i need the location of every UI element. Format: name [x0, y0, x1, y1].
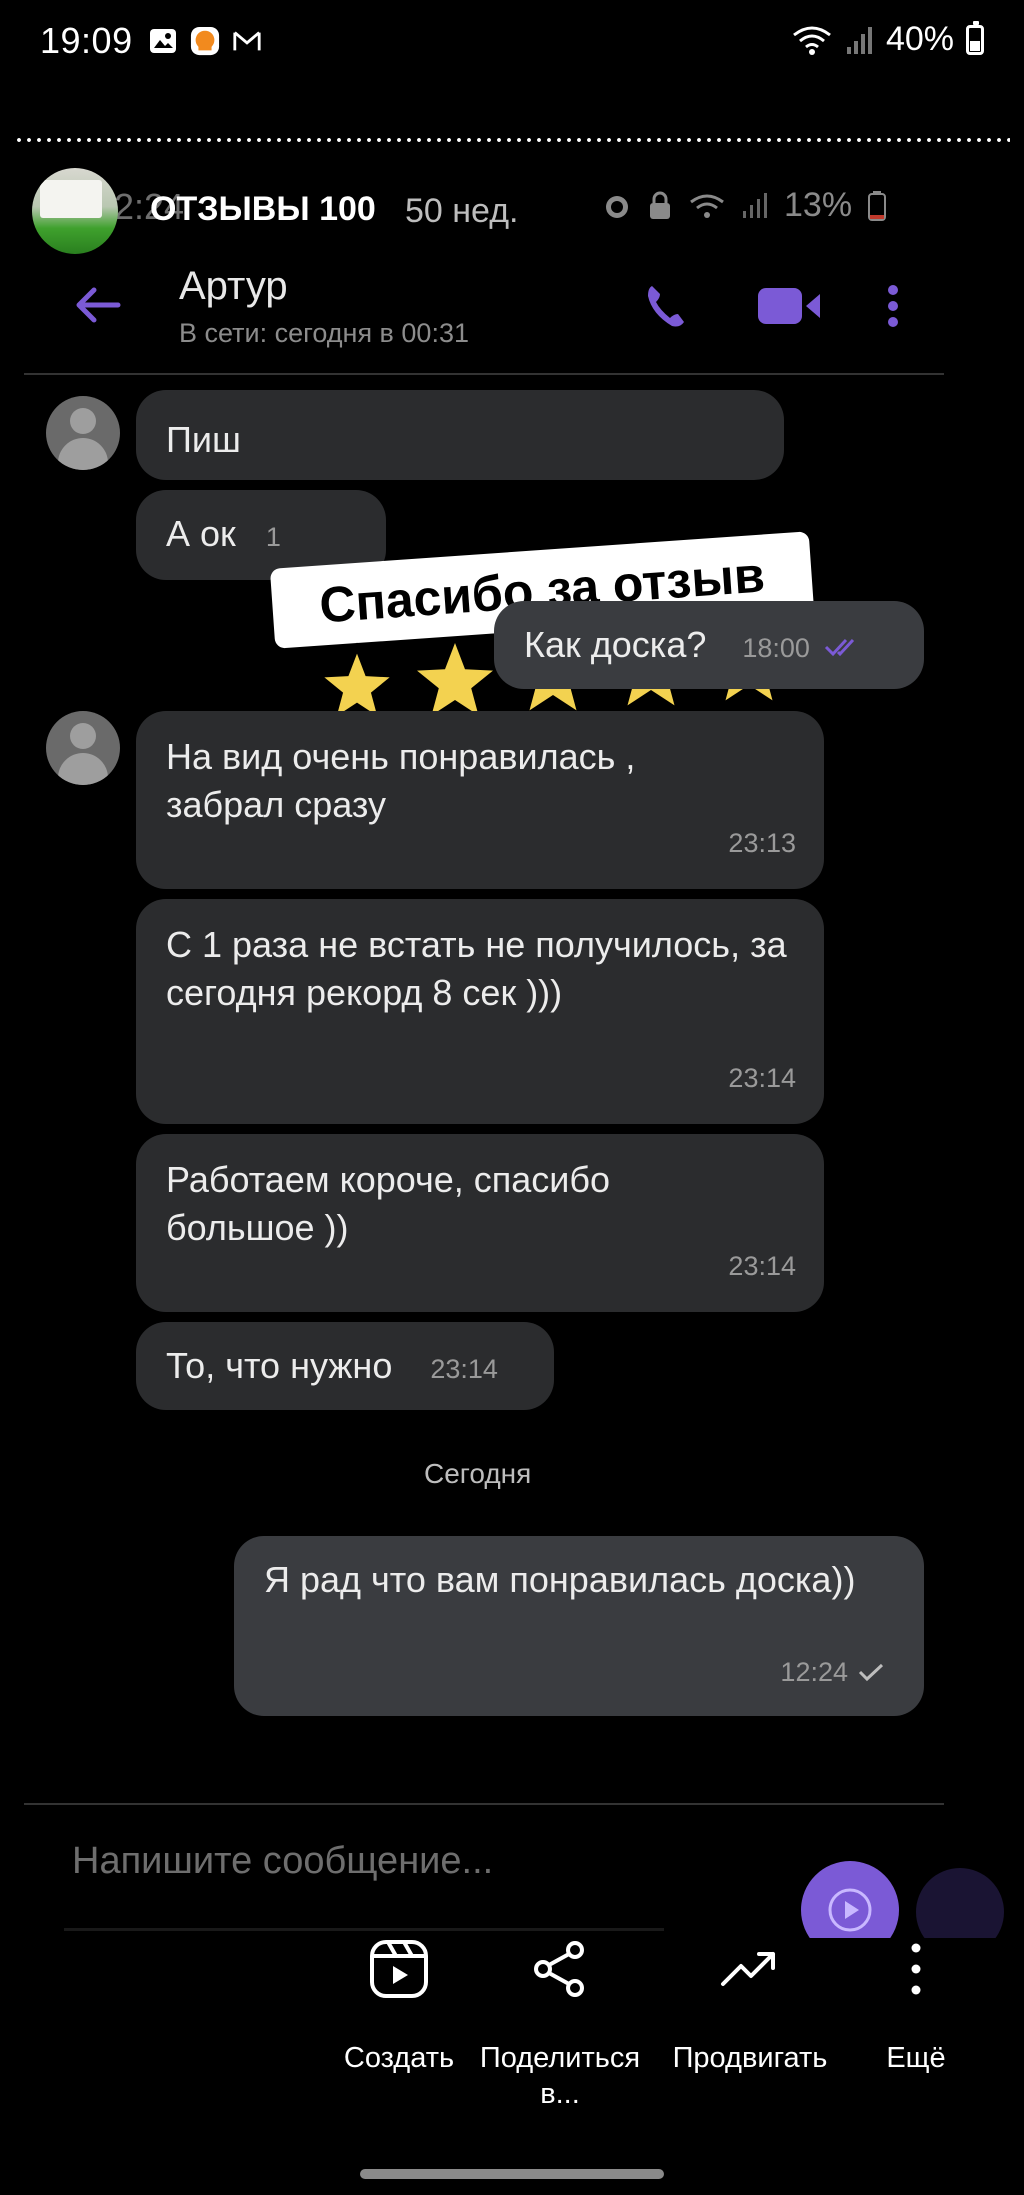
- story-progress-bar: [14, 138, 1010, 142]
- status-notification-icons: [148, 26, 262, 56]
- status-right: 40%: [790, 20, 984, 59]
- voice-send-button[interactable]: [801, 1861, 899, 1938]
- message-bubble-7: То, что нужно 23:14: [136, 1322, 554, 1410]
- inner-wifi-icon: [690, 194, 724, 218]
- message-bubble-1: Пиш: [136, 390, 784, 480]
- battery-percent: 40%: [885, 20, 954, 58]
- message-text: Я рад что вам понравилась доска)): [264, 1559, 856, 1600]
- message-text: На вид очень понравилась , забрал сразу: [166, 736, 636, 825]
- inner-status-right: 13%: [602, 186, 887, 225]
- promote-button[interactable]: Продвигать: [662, 1938, 838, 2076]
- input-divider: [24, 1803, 944, 1805]
- back-arrow-icon[interactable]: [72, 280, 122, 330]
- star-2: [417, 643, 493, 716]
- story-avatar[interactable]: [32, 168, 118, 254]
- create-button[interactable]: Создать: [334, 1938, 464, 2076]
- extra-button[interactable]: [916, 1868, 1004, 1938]
- message-meta: 12:24: [780, 1648, 884, 1696]
- message-time: 23:14: [430, 1354, 498, 1384]
- message-time: 12:24: [780, 1657, 848, 1687]
- share-label: Поделиться в...: [479, 2042, 641, 2110]
- sent-checkmark-icon: [858, 1663, 884, 1682]
- more-button[interactable]: Ещё: [860, 1938, 972, 2076]
- contact-name: Артур: [179, 264, 288, 308]
- message-text: А ок: [166, 513, 236, 554]
- chat-header-divider: [24, 373, 944, 375]
- video-call-icon[interactable]: [756, 280, 824, 332]
- message-text: Работаем короче, спасибо большое )): [166, 1159, 611, 1248]
- message-bubble-3: Как доска? 18:00: [494, 601, 924, 689]
- contact-status: В сети: сегодня в 00:31: [179, 318, 469, 348]
- story-actions-bar: Создать Поделиться в... Продвигать Ещё: [0, 1938, 1024, 2118]
- message-bubble-8: Я рад что вам понравилась доска)) 12:24: [234, 1536, 924, 1716]
- reels-icon: [370, 1940, 428, 1998]
- message-bubble-5: С 1 раза не встать не получилось, за сег…: [136, 899, 824, 1124]
- story-screenshot: 2:24 13% Артур В сети: сегодня в 00:31 П…: [24, 168, 1004, 1938]
- gallery-icon: [148, 26, 178, 56]
- message-text: Пиш: [166, 419, 241, 460]
- play-icon: [828, 1888, 872, 1932]
- share-button[interactable]: Поделиться в...: [470, 1938, 650, 2112]
- home-indicator[interactable]: [360, 2169, 664, 2179]
- message-text: С 1 раза не встать не получилось, за сег…: [166, 924, 787, 1013]
- battery-icon: [966, 20, 984, 55]
- message-bubble-4: На вид очень понравилась , забрал сразу …: [136, 711, 824, 889]
- share-icon: [534, 1941, 584, 1997]
- wifi-icon: [793, 26, 831, 55]
- inner-battery-percent: 13%: [784, 186, 853, 224]
- message-time: 23:14: [728, 1251, 796, 1281]
- message-input[interactable]: Напишите сообщение...: [72, 1840, 493, 1883]
- more-label: Ещё: [886, 2042, 946, 2074]
- gmail-icon: [232, 26, 262, 56]
- status-time: 19:09: [40, 20, 133, 61]
- avatar: [46, 711, 120, 785]
- inner-signal-icon: [743, 192, 767, 218]
- app-notification-icon: [190, 26, 220, 56]
- avatar: [46, 396, 120, 470]
- message-time: 23:13: [728, 828, 796, 858]
- phone-icon[interactable]: [642, 280, 690, 332]
- message-time: 18:00: [742, 633, 810, 663]
- message-time: 1: [265, 522, 281, 552]
- alarm-icon: [606, 195, 628, 218]
- date-separator: Сегодня: [424, 1458, 532, 1489]
- message-bubble-6: Работаем короче, спасибо большое )) 23:1…: [136, 1134, 824, 1312]
- more-vertical-icon: [911, 1943, 921, 1995]
- lock-icon: [650, 191, 670, 219]
- inner-battery-icon: [868, 190, 887, 221]
- promote-label: Продвигать: [672, 2042, 828, 2074]
- create-label: Создать: [343, 2042, 455, 2074]
- trending-up-icon: [721, 1952, 775, 1986]
- input-toolbar-icons: [64, 1928, 664, 1938]
- message-time: 23:14: [728, 1063, 796, 1093]
- chat-more-icon[interactable]: [886, 280, 900, 332]
- message-text: То, что нужно: [166, 1345, 393, 1386]
- story-age: 50 нед.: [405, 192, 519, 230]
- message-text: Как доска?: [524, 624, 707, 665]
- star-1: [313, 642, 401, 725]
- story-title[interactable]: ОТЗЫВЫ 100: [150, 190, 376, 229]
- signal-icon: [846, 26, 872, 54]
- read-checkmark-icon: [824, 638, 855, 657]
